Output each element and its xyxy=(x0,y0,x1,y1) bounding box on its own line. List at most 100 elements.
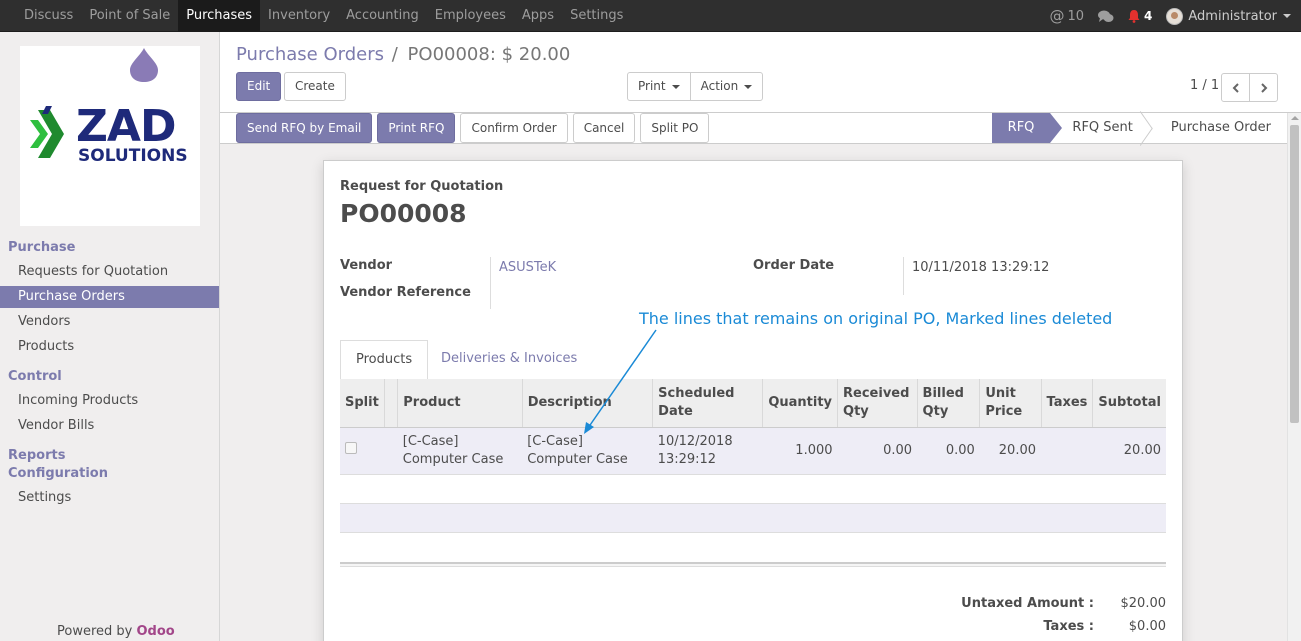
menu-accounting[interactable]: Accounting xyxy=(338,0,427,32)
pager-previous-button[interactable] xyxy=(1221,73,1250,102)
menu-inventory[interactable]: Inventory xyxy=(260,0,338,32)
notebook-tabs: Products Deliveries & Invoices xyxy=(340,340,1166,380)
column-header-unit-price[interactable]: Unit Price xyxy=(979,379,1041,428)
vendor-field[interactable]: ASUSTeK xyxy=(499,260,556,275)
create-button[interactable]: Create xyxy=(284,72,346,101)
user-menu[interactable]: Administrator xyxy=(1166,7,1291,25)
menu-discuss[interactable]: Discuss xyxy=(16,0,81,32)
split-po-button[interactable]: Split PO xyxy=(640,113,710,143)
breadcrumb-purchase-orders[interactable]: Purchase Orders xyxy=(236,44,384,65)
table-footer xyxy=(340,562,1166,567)
column-header-split[interactable]: Split xyxy=(340,379,385,428)
menu-employees[interactable]: Employees xyxy=(427,0,514,32)
statusbar-buttons: Send RFQ by Email Print RFQ Confirm Orde… xyxy=(236,113,714,143)
bell-icon xyxy=(1128,10,1140,23)
unit-price-cell[interactable]: 20.00 xyxy=(979,427,1041,475)
print-dropdown[interactable]: Print xyxy=(627,72,691,101)
sidebar-item-requests-for-quotation[interactable]: Requests for Quotation xyxy=(0,261,219,283)
handle-cell xyxy=(384,427,398,475)
pager-next-button[interactable] xyxy=(1249,73,1278,102)
sidebar-item-incoming-products[interactable]: Incoming Products xyxy=(0,390,219,412)
section-control: Control xyxy=(8,369,62,384)
taxes-cell[interactable] xyxy=(1041,427,1093,475)
chevron-right-icon xyxy=(1260,82,1267,93)
annotation-text: The lines that remains on original PO, M… xyxy=(639,309,1113,328)
cancel-button[interactable]: Cancel xyxy=(572,113,636,143)
sidebar-item-settings[interactable]: Settings xyxy=(0,487,219,509)
notifications-button[interactable]: 4 xyxy=(1128,9,1152,23)
vendor-reference-label: Vendor Reference xyxy=(340,285,471,300)
section-reports[interactable]: Reports xyxy=(8,448,65,463)
chat-button[interactable] xyxy=(1098,10,1114,23)
product-cell[interactable]: [C-Case] Computer Case xyxy=(397,427,523,475)
menu-purchases[interactable]: Purchases xyxy=(178,0,261,32)
menu-settings[interactable]: Settings xyxy=(562,0,631,32)
action-dropdown[interactable]: Action xyxy=(689,72,764,101)
menu-point-of-sale[interactable]: Point of Sale xyxy=(81,0,178,32)
sidebar-actions: Print Action xyxy=(627,72,764,101)
annotation-arrow xyxy=(584,329,657,434)
split-checkbox[interactable] xyxy=(345,441,357,454)
split-cell[interactable] xyxy=(340,427,385,475)
empty-table-row xyxy=(340,503,1166,533)
sidebar-item-products[interactable]: Products xyxy=(0,336,219,358)
table-header-row: Split Product Description Scheduled Date… xyxy=(340,379,1166,428)
mentions-button[interactable]: @ 10 xyxy=(1049,7,1084,25)
mentions-count: 10 xyxy=(1067,8,1085,24)
at-icon: @ xyxy=(1049,7,1065,25)
section-configuration: Configuration xyxy=(8,466,108,481)
chevron-down-icon xyxy=(1283,14,1291,18)
stage-purchase-order[interactable]: Purchase Order xyxy=(1149,113,1287,143)
drop-icon xyxy=(130,48,158,82)
scrollbar-thumb[interactable] xyxy=(1290,125,1299,423)
confirm-order-button[interactable]: Confirm Order xyxy=(460,113,568,143)
column-header-billed-qty[interactable]: Billed Qty xyxy=(916,379,980,428)
section-purchase: Purchase xyxy=(8,240,76,255)
pager-value: 1 / 1 xyxy=(1190,78,1220,93)
column-header-received-qty[interactable]: Received Qty xyxy=(837,379,918,428)
taxes-value: $0.00 xyxy=(1128,619,1166,634)
edit-button[interactable]: Edit xyxy=(236,72,282,101)
column-header-subtotal[interactable]: Subtotal xyxy=(1092,379,1166,428)
tab-deliveries-invoices[interactable]: Deliveries & Invoices xyxy=(426,340,592,380)
zad-logo-mark xyxy=(30,106,64,158)
order-date-field[interactable]: 10/11/2018 13:29:12 xyxy=(912,260,1049,275)
vendor-label: Vendor xyxy=(340,258,393,273)
chevron-down-icon xyxy=(671,84,680,89)
systray: @ 10 4 Administrator xyxy=(1035,0,1291,32)
table-row[interactable]: [C-Case] Computer Case [C-Case] Computer… xyxy=(340,427,1166,475)
column-header-product[interactable]: Product xyxy=(397,379,523,428)
logo-text-sub: SOLUTIONS xyxy=(78,146,188,166)
menu-apps[interactable]: Apps xyxy=(514,0,562,32)
column-header-taxes[interactable]: Taxes xyxy=(1040,379,1093,428)
column-header-handle xyxy=(383,379,398,428)
order-lines-table: Split Product Description Scheduled Date… xyxy=(340,379,1166,475)
quantity-cell[interactable]: 1.000 xyxy=(762,427,838,475)
sidebar-item-vendors[interactable]: Vendors xyxy=(0,311,219,333)
order-date-label: Order Date xyxy=(753,258,835,273)
breadcrumb-separator: / xyxy=(391,44,398,65)
chat-bubbles-icon xyxy=(1098,10,1114,22)
print-rfq-button[interactable]: Print RFQ xyxy=(377,113,456,143)
billed-qty-cell[interactable]: 0.00 xyxy=(917,427,980,475)
sidebar-item-purchase-orders[interactable]: Purchase Orders xyxy=(0,286,219,308)
notifications-count: 4 xyxy=(1144,9,1153,23)
stage-rfq-sent[interactable]: RFQ Sent xyxy=(1050,113,1148,143)
pager-buttons xyxy=(1221,73,1278,102)
scrollbar[interactable] xyxy=(1287,113,1301,641)
sidebar-item-vendor-bills[interactable]: Vendor Bills xyxy=(0,415,219,437)
company-logo: ZAD SOLUTIONS xyxy=(20,46,200,226)
field-divider xyxy=(903,257,904,295)
send-rfq-by-email-button[interactable]: Send RFQ by Email xyxy=(236,113,373,143)
form-sheet: Request for Quotation PO00008 Vendor ASU… xyxy=(323,160,1183,641)
document-name: PO00008 xyxy=(340,199,467,228)
odoo-link[interactable]: Odoo xyxy=(137,624,175,639)
scroll-up-icon[interactable] xyxy=(1291,116,1299,120)
received-qty-cell[interactable]: 0.00 xyxy=(837,427,918,475)
untaxed-amount-label: Untaxed Amount : xyxy=(961,596,1094,611)
tab-products[interactable]: Products xyxy=(340,340,429,380)
document-type: Request for Quotation xyxy=(340,179,504,194)
stage-rfq[interactable]: RFQ xyxy=(991,113,1063,143)
chevron-down-icon xyxy=(744,84,753,89)
column-header-quantity[interactable]: Quantity xyxy=(762,379,838,428)
